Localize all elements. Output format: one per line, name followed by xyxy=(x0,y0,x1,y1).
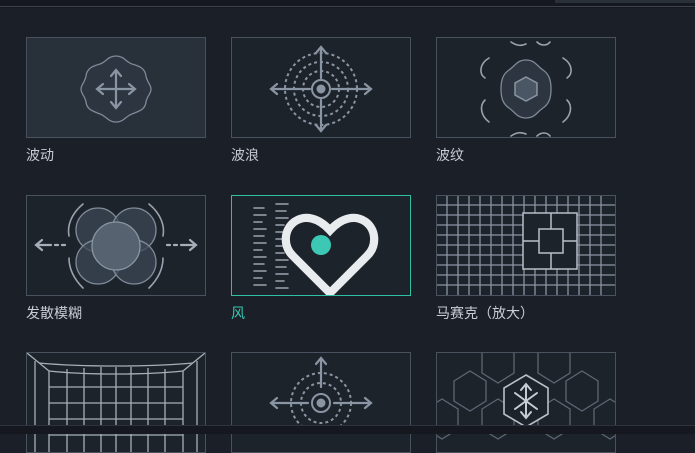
effect-thumbnail xyxy=(231,37,411,138)
top-divider xyxy=(0,6,695,7)
effect-label: 波纹 xyxy=(436,148,464,164)
ripple-effect-icon xyxy=(269,45,373,133)
effect-label: 风 xyxy=(231,306,245,322)
effect-tile-wave[interactable]: 波动 xyxy=(26,37,206,164)
hex-pattern-effect-icon xyxy=(437,353,615,440)
effect-label: 波浪 xyxy=(231,148,259,164)
effect-thumbnail xyxy=(231,352,411,453)
wave-effect-icon xyxy=(80,55,152,123)
radial-arrows-effect-icon xyxy=(269,356,373,434)
favorite-heart-icon[interactable] xyxy=(241,205,379,295)
ripple-pattern-effect-icon xyxy=(480,41,572,137)
effect-thumbnail xyxy=(26,37,206,138)
effect-thumbnail xyxy=(436,195,616,296)
effect-tile-wind[interactable]: 风 xyxy=(231,195,411,322)
top-toolbar-segment xyxy=(555,0,695,3)
effect-label: 波动 xyxy=(26,148,54,164)
effect-label: 马赛克（放大） xyxy=(436,306,534,322)
effect-tile-grid-warp[interactable] xyxy=(26,352,206,453)
effect-tile-hex-pattern[interactable] xyxy=(436,352,616,453)
effect-thumbnail xyxy=(436,37,616,138)
effect-thumbnail xyxy=(231,195,411,296)
effect-tile-ripple[interactable]: 波浪 xyxy=(231,37,411,164)
effect-tile-radial-blur[interactable]: 发散模糊 xyxy=(26,195,206,322)
add-effect-plus-icon[interactable] xyxy=(311,235,410,295)
mosaic-zoom-effect-icon xyxy=(437,196,615,295)
effect-thumbnail xyxy=(26,195,206,296)
effect-tile-radial-arrows[interactable] xyxy=(231,352,411,453)
effect-tile-mosaic-zoom[interactable]: 马赛克（放大） xyxy=(436,195,616,322)
effect-label: 发散模糊 xyxy=(26,306,82,322)
radial-blur-effect-icon xyxy=(34,203,198,289)
effect-thumbnail xyxy=(26,352,206,453)
grid-warp-effect-icon xyxy=(27,353,205,452)
effect-tile-ripple-pattern[interactable]: 波纹 xyxy=(436,37,616,164)
effect-thumbnail xyxy=(436,352,616,453)
